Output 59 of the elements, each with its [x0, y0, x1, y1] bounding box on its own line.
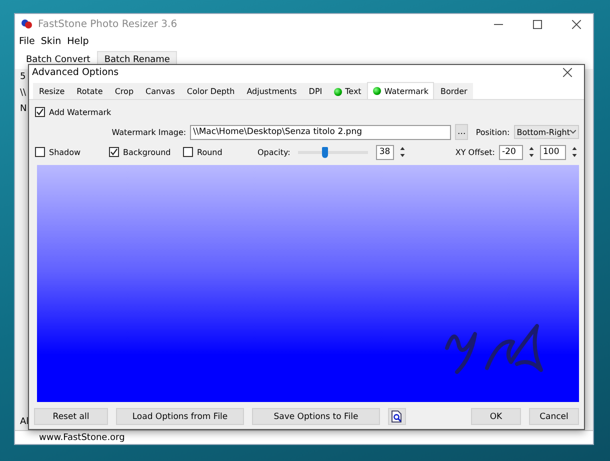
menu-item[interactable]: Skin: [40, 36, 62, 47]
up-arrow-icon[interactable]: [572, 146, 577, 150]
action-button[interactable]: Load Options from File: [116, 408, 244, 425]
menu-item[interactable]: File: [19, 36, 35, 47]
checkbox[interactable]: [35, 107, 45, 117]
checkmark-icon: [36, 108, 44, 116]
tab[interactable]: DPI: [302, 83, 328, 99]
tab[interactable]: Resize: [33, 83, 71, 99]
checkbox-label: Round: [197, 148, 222, 156]
menu-item[interactable]: Help: [67, 36, 89, 47]
up-arrow-icon[interactable]: [529, 146, 534, 150]
checkbox-label: Add Watermark: [49, 108, 112, 116]
chevron-icon: [570, 130, 576, 134]
tab[interactable]: Color Depth: [180, 83, 241, 99]
field-label: Position:: [476, 128, 510, 136]
close-icon[interactable]: [572, 20, 580, 28]
y-offset-field[interactable]: 100: [540, 144, 566, 160]
checkbox[interactable]: [109, 147, 119, 157]
tab[interactable]: Adjustments: [240, 83, 303, 99]
slider-thumb[interactable]: [322, 146, 328, 158]
checkmark-icon: [110, 148, 118, 156]
partial-text: 5: [20, 72, 26, 82]
field-label: Watermark Image:: [112, 128, 186, 136]
close-icon[interactable]: [562, 68, 572, 77]
tab[interactable]: Crop: [108, 83, 140, 99]
checkbox[interactable]: [35, 147, 45, 157]
dialog-title: Advanced Options: [32, 67, 119, 78]
action-button[interactable]: Cancel: [529, 408, 579, 425]
action-button[interactable]: OK: [471, 408, 521, 425]
up-arrow-icon[interactable]: [400, 146, 406, 150]
partial-text: \\: [20, 88, 26, 98]
status-text: www.FastStone.org: [39, 432, 125, 442]
tab[interactable]: Watermark: [367, 82, 434, 99]
tab[interactable]: Text: [328, 83, 368, 99]
window-title: FastStone Photo Resizer 3.6: [38, 18, 178, 30]
field-label: Opacity:: [257, 148, 290, 156]
app-logo-icon: [21, 19, 33, 29]
checkbox-label: Background: [123, 148, 171, 156]
checkbox-label: Shadow: [49, 148, 81, 156]
x-offset-field[interactable]: -20: [499, 144, 523, 160]
preview-button[interactable]: [388, 408, 406, 425]
maximize-icon[interactable]: [532, 20, 542, 28]
tab[interactable]: Border: [434, 83, 474, 99]
browse-button[interactable]: ...: [455, 124, 468, 140]
partial-text: N: [20, 104, 27, 114]
opacity-field[interactable]: 38: [376, 144, 394, 160]
down-arrow-icon[interactable]: [572, 154, 577, 158]
action-button[interactable]: Reset all: [34, 408, 108, 425]
action-button[interactable]: Save Options to File: [252, 408, 380, 425]
tab[interactable]: Canvas: [140, 83, 181, 99]
magnifier-page-icon: [391, 410, 403, 423]
down-arrow-icon[interactable]: [529, 154, 534, 158]
field-label: XY Offset:: [455, 148, 495, 156]
tab[interactable]: Rotate: [70, 83, 109, 99]
partial-text: Al: [20, 417, 29, 427]
down-arrow-icon[interactable]: [400, 154, 406, 158]
checkbox[interactable]: [183, 147, 193, 157]
position-dropdown[interactable]: Bottom-Right: [514, 125, 579, 139]
path-field[interactable]: \\Mac\Home\Desktop\Senza titolo 2.png: [190, 124, 452, 140]
